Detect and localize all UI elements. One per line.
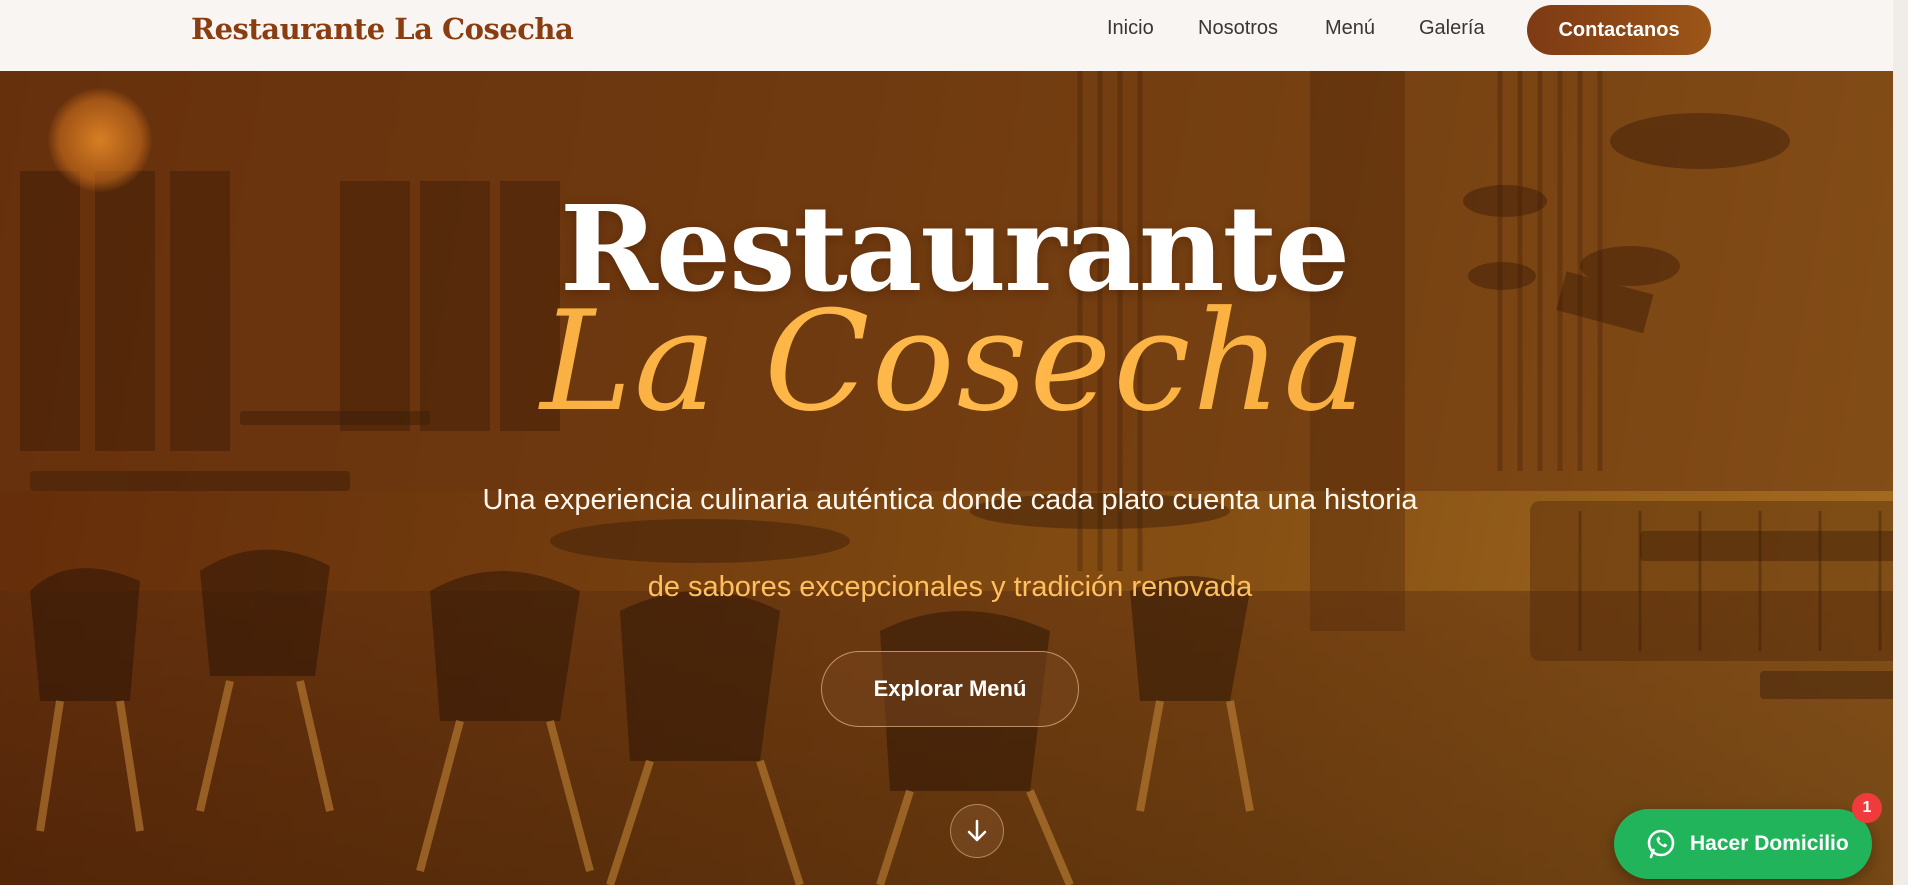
hero-section: Restaurante La Cosecha Una experiencia c… [0,71,1908,885]
nav-link-menu[interactable]: Menú [1325,17,1375,40]
site-header: Restaurante La Cosecha Inicio Nosotros M… [0,0,1893,71]
brand-logo-text[interactable]: Restaurante La Cosecha [191,12,574,46]
decorative-glow-orb [48,88,152,192]
scroll-down-button[interactable] [950,804,1004,858]
nav-link-inicio[interactable]: Inicio [1107,17,1154,40]
nav-link-nosotros[interactable]: Nosotros [1198,17,1278,40]
contact-button[interactable]: Contactanos [1527,5,1711,55]
explore-menu-button[interactable]: Explorar Menú [821,651,1079,727]
arrow-down-icon [967,819,987,842]
whatsapp-order-button[interactable]: Hacer Domicilio [1614,809,1872,879]
whatsapp-icon [1647,829,1675,859]
notification-badge: 1 [1852,793,1882,823]
page-scrollbar[interactable] [1893,0,1908,885]
hero-script-title: La Cosecha [0,281,1908,442]
nav-link-galeria[interactable]: Galería [1419,17,1485,40]
hero-tagline: Una experiencia culinaria auténtica dond… [482,484,1418,516]
whatsapp-button-label: Hacer Domicilio [1690,832,1849,855]
hero-subtagline: de sabores excepcionales y tradición ren… [647,571,1253,603]
